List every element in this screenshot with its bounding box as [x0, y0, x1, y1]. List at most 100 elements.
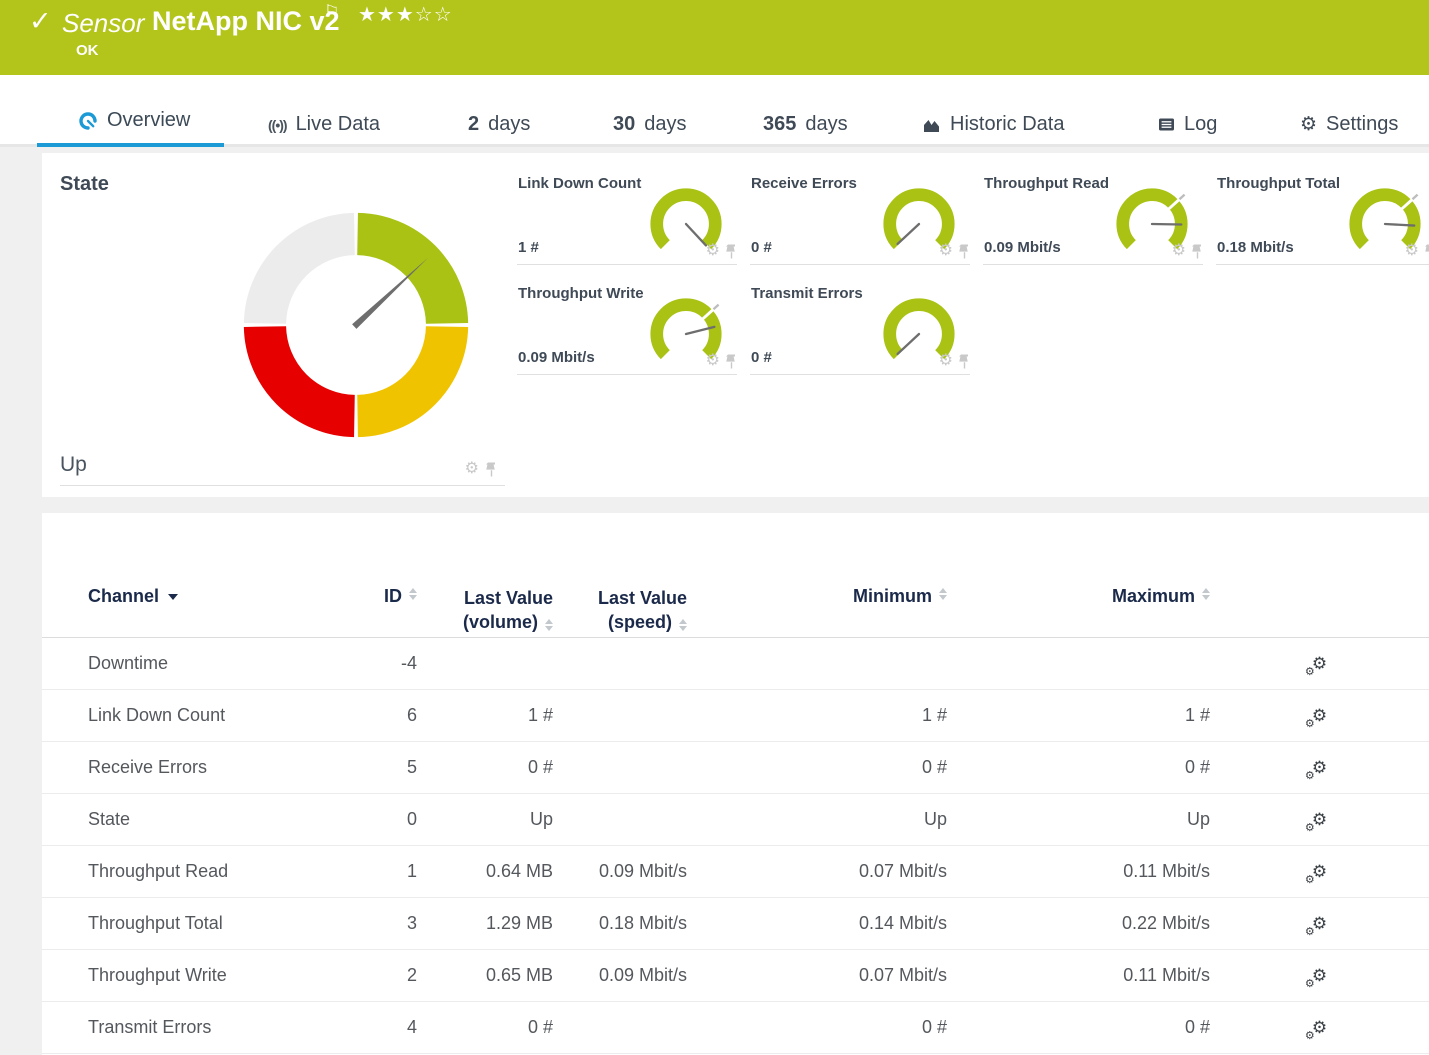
last-value-volume: 1 # — [417, 705, 553, 726]
channel-name[interactable]: Downtime — [88, 653, 368, 674]
channel-gear-icon[interactable]: ⚙ — [706, 353, 720, 369]
channel-name[interactable]: Link Down Count — [88, 705, 368, 726]
gauge-value: 0 # — [751, 239, 772, 256]
channel-name[interactable]: Transmit Errors — [88, 1017, 368, 1038]
table-row[interactable]: Throughput Write 2 0.65 MB 0.09 Mbit/s 0… — [42, 950, 1429, 1002]
sort-arrows-icon — [409, 588, 417, 600]
maximum-value: 0 # — [947, 1017, 1210, 1038]
pin-icon[interactable] — [726, 244, 737, 259]
gauge-value: 0.18 Mbit/s — [1217, 239, 1294, 256]
maximum-value: Up — [947, 809, 1210, 830]
state-block-title: State — [60, 173, 109, 196]
tab-log[interactable]: Log — [1158, 113, 1217, 147]
column-header-last-value-speed[interactable]: Last Value (speed) — [553, 586, 687, 634]
channel-name[interactable]: Throughput Total — [88, 913, 368, 934]
pin-icon[interactable] — [959, 244, 970, 259]
channel-gear-icon[interactable]: ⚙ — [1172, 243, 1186, 259]
column-header-channel[interactable]: Channel — [88, 586, 368, 607]
pin-icon[interactable] — [959, 354, 970, 369]
tab-label: Overview — [107, 109, 190, 132]
channel-settings-gears-icon[interactable]: ⚙⚙ — [1312, 706, 1327, 726]
last-value-speed: 0.09 Mbit/s — [553, 965, 687, 986]
tab-2-days[interactable]: 2 days — [468, 113, 530, 147]
channel-gear-icon[interactable]: ⚙ — [939, 353, 953, 369]
maximum-value: 0.11 Mbit/s — [947, 861, 1210, 882]
sensor-status-badge: OK — [76, 42, 99, 59]
table-row[interactable]: Link Down Count 6 1 # 1 # 1 # ⚙⚙ — [42, 690, 1429, 742]
channel-id: 1 — [368, 861, 417, 882]
gauge-transmit-errors: Transmit Errors 0 # ⚙ — [750, 278, 970, 375]
tab-30-days[interactable]: 30 days — [613, 113, 687, 147]
channel-name[interactable]: State — [88, 809, 368, 830]
channel-settings-gears-icon[interactable]: ⚙⚙ — [1312, 654, 1327, 674]
state-gauge-dial — [234, 203, 478, 447]
tab-live-data[interactable]: ((•)) Live Data — [268, 113, 380, 147]
column-header-minimum[interactable]: Minimum — [687, 586, 947, 607]
minimum-value: 0 # — [687, 757, 947, 778]
sort-arrows-icon — [939, 588, 947, 600]
table-row[interactable]: Throughput Total 3 1.29 MB 0.18 Mbit/s 0… — [42, 898, 1429, 950]
last-value-volume: 0 # — [417, 757, 553, 778]
channel-name[interactable]: Throughput Read — [88, 861, 368, 882]
last-value-volume: Up — [417, 809, 553, 830]
state-gauge-block: State Up ⚙ — [60, 153, 505, 486]
channel-name[interactable]: Throughput Write — [88, 965, 368, 986]
minimum-value: Up — [687, 809, 947, 830]
channel-id: -4 — [368, 653, 417, 674]
sensor-header: ✓ Sensor NetApp NIC v2 ⚐ ★★★☆☆ OK — [0, 0, 1429, 75]
pin-icon[interactable] — [726, 354, 737, 369]
tab-settings[interactable]: ⚙ Settings — [1300, 113, 1398, 147]
tab-label: Log — [1184, 113, 1217, 136]
maximum-value: 1 # — [947, 705, 1210, 726]
channel-settings-gears-icon[interactable]: ⚙⚙ — [1312, 1018, 1327, 1038]
tab-365-days[interactable]: 365 days — [763, 113, 848, 147]
table-row[interactable]: Throughput Read 1 0.64 MB 0.09 Mbit/s 0.… — [42, 846, 1429, 898]
table-row[interactable]: State 0 Up Up Up ⚙⚙ — [42, 794, 1429, 846]
gauge-link-down-count: Link Down Count 1 # ⚙ — [517, 168, 737, 265]
broadcast-icon: ((•)) — [268, 117, 287, 133]
channel-settings-gears-icon[interactable]: ⚙⚙ — [1312, 810, 1327, 830]
sensor-category-label: Sensor — [62, 8, 144, 39]
flag-icon[interactable]: ⚐ — [324, 2, 339, 22]
tab-label: Live Data — [296, 113, 381, 136]
channel-gear-icon[interactable]: ⚙ — [1405, 243, 1419, 259]
tab-historic-data[interactable]: Historic Data — [922, 113, 1064, 147]
maximum-value: 0 # — [947, 757, 1210, 778]
last-value-volume: 1.29 MB — [417, 913, 553, 934]
sensor-title: NetApp NIC v2 — [152, 6, 340, 37]
log-list-icon — [1158, 117, 1175, 132]
priority-stars[interactable]: ★★★☆☆ — [358, 2, 453, 27]
area-chart-icon — [922, 117, 941, 133]
tab-overview[interactable]: Overview — [37, 109, 224, 147]
minimum-value: 0 # — [687, 1017, 947, 1038]
pin-icon[interactable] — [1425, 244, 1429, 259]
table-row[interactable]: Receive Errors 5 0 # 0 # 0 # ⚙⚙ — [42, 742, 1429, 794]
channel-gear-icon[interactable]: ⚙ — [465, 461, 479, 477]
sort-arrows-icon — [545, 619, 553, 631]
table-row[interactable]: Transmit Errors 4 0 # 0 # 0 # ⚙⚙ — [42, 1002, 1429, 1054]
tab-bar: Overview ((•)) Live Data 2 days 30 days … — [0, 75, 1429, 147]
pin-icon[interactable] — [1192, 244, 1203, 259]
maximum-value: 0.22 Mbit/s — [947, 913, 1210, 934]
channel-settings-gears-icon[interactable]: ⚙⚙ — [1312, 914, 1327, 934]
channel-id: 4 — [368, 1017, 417, 1038]
column-header-maximum[interactable]: Maximum — [947, 586, 1210, 607]
overview-gauges-panel: State Up ⚙ Link Down Count — [42, 153, 1429, 497]
channel-settings-gears-icon[interactable]: ⚙⚙ — [1312, 758, 1327, 778]
channel-settings-gears-icon[interactable]: ⚙⚙ — [1312, 862, 1327, 882]
gear-icon: ⚙ — [1300, 115, 1317, 134]
column-header-last-value-volume[interactable]: Last Value (volume) — [417, 586, 553, 634]
channel-gear-icon[interactable]: ⚙ — [939, 243, 953, 259]
gauge-icon — [78, 111, 98, 131]
gauge-throughput-write: Throughput Write 0.09 Mbit/s ⚙ — [517, 278, 737, 375]
channel-table-header: Channel ID Last Value (volume) Last Valu… — [42, 513, 1429, 638]
sort-caret-icon — [168, 594, 178, 600]
table-row[interactable]: Downtime -4 ⚙⚙ — [42, 638, 1429, 690]
pin-icon[interactable] — [486, 462, 497, 477]
last-value-speed: 0.09 Mbit/s — [553, 861, 687, 882]
status-check-icon: ✓ — [29, 6, 52, 37]
channel-name[interactable]: Receive Errors — [88, 757, 368, 778]
channel-gear-icon[interactable]: ⚙ — [706, 243, 720, 259]
column-header-id[interactable]: ID — [368, 586, 417, 607]
channel-settings-gears-icon[interactable]: ⚙⚙ — [1312, 966, 1327, 986]
